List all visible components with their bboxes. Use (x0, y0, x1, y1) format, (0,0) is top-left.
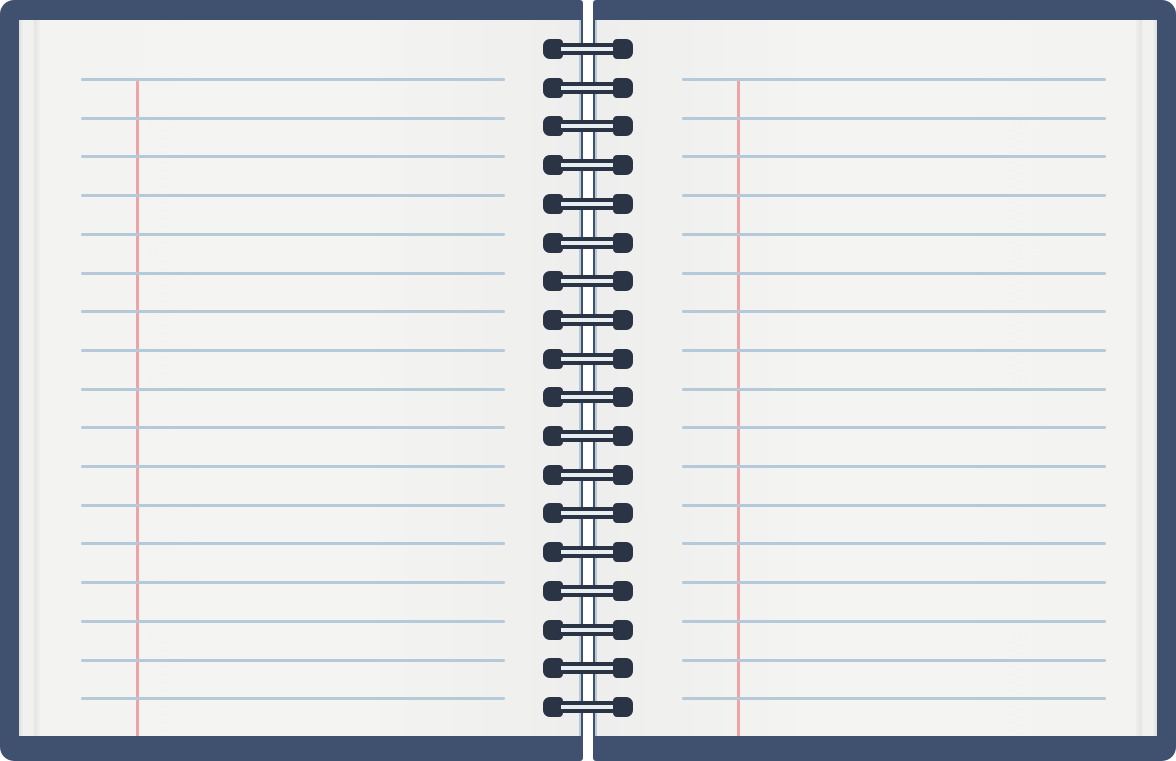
ruled-line (682, 503, 1106, 507)
ruled-line (682, 116, 1106, 120)
ruled-line (682, 387, 1106, 391)
spiral-ring (543, 232, 633, 253)
ruled-line (682, 155, 1106, 159)
spiral-ring (543, 387, 633, 408)
spiral-ring (543, 271, 633, 292)
ruled-line (682, 581, 1106, 585)
ruled-line (81, 194, 505, 198)
spiral-ring (543, 542, 633, 563)
ruled-line (81, 387, 505, 391)
ruled-line (81, 658, 505, 662)
spiral-ring (543, 464, 633, 485)
spiral-ring (543, 116, 633, 137)
spiral-ring (543, 696, 633, 717)
ruled-line (682, 465, 1106, 468)
ruled-line (682, 232, 1106, 236)
ruled-line (81, 465, 505, 468)
ruled-line (81, 619, 505, 623)
ruled-line (81, 310, 505, 314)
notebook (0, 0, 1176, 761)
ruled-line (81, 542, 505, 546)
ruled-line (682, 310, 1106, 314)
spiral-ring (543, 155, 633, 176)
ruled-line (81, 78, 505, 81)
left-page (19, 20, 581, 736)
spiral-ring (543, 580, 633, 601)
ruled-line (81, 271, 505, 275)
spiral-ring (543, 193, 633, 214)
spiral-ring (543, 619, 633, 640)
ruled-line (81, 116, 505, 120)
spiral-ring (543, 309, 633, 330)
ruled-line (81, 426, 505, 430)
ruled-line (81, 581, 505, 585)
ruled-line (682, 426, 1106, 430)
ruled-line (81, 348, 505, 352)
margin-line (737, 80, 740, 736)
ruled-line (682, 271, 1106, 275)
spiral-ring (543, 658, 633, 679)
ruled-line (81, 503, 505, 507)
ruled-line (682, 658, 1106, 662)
ruled-line (81, 155, 505, 159)
ruled-line (81, 697, 505, 701)
margin-line (136, 80, 139, 736)
ruled-line (81, 232, 505, 236)
ruled-line (682, 619, 1106, 623)
ruled-line (682, 542, 1106, 546)
ruled-line (682, 78, 1106, 81)
ruled-line (682, 348, 1106, 352)
ruled-line (682, 194, 1106, 198)
spiral-ring (543, 77, 633, 98)
ruled-line (682, 697, 1106, 701)
spiral-ring (543, 348, 633, 369)
right-page (595, 20, 1157, 736)
spiral-ring (543, 503, 633, 524)
spiral-ring (543, 426, 633, 446)
spiral-ring (543, 39, 633, 59)
